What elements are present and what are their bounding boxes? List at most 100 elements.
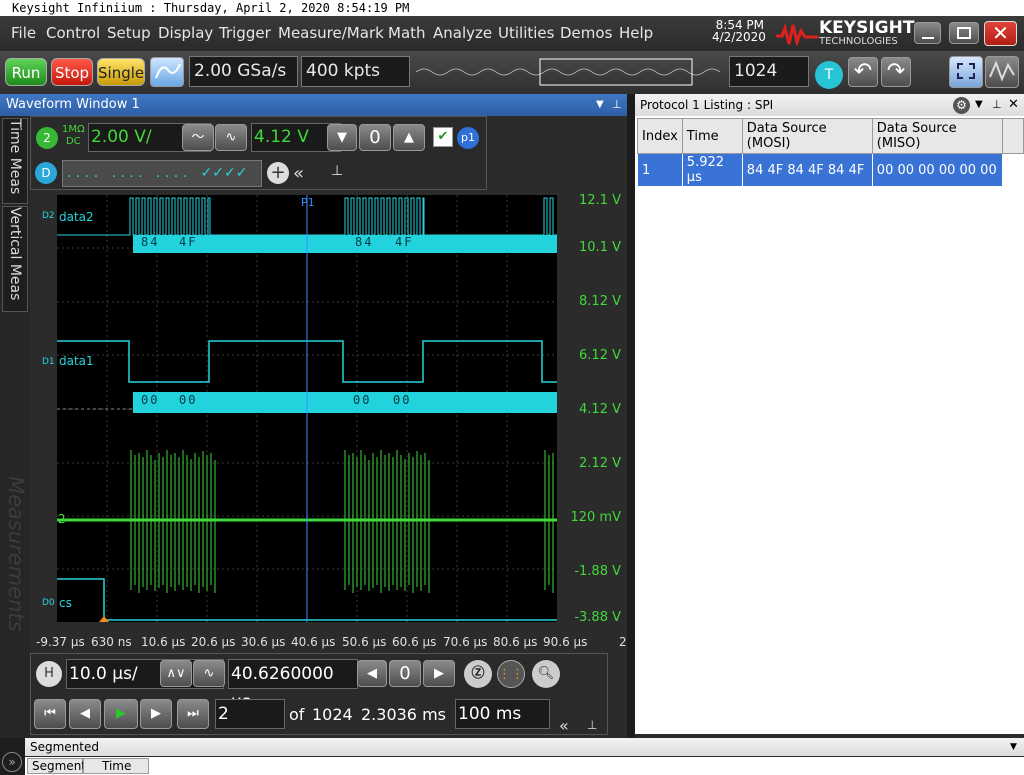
segment-count-field[interactable]: 1024 xyxy=(729,56,809,87)
menu-math[interactable]: Math xyxy=(388,24,426,42)
zoom-button[interactable]: Ⓩ xyxy=(464,660,492,688)
collapse-icon[interactable]: « xyxy=(559,716,569,735)
menu-setup[interactable]: Setup xyxy=(107,24,151,42)
pin-icon[interactable]: ⊥ xyxy=(331,163,343,179)
column-header[interactable]: Time xyxy=(681,118,743,154)
column-header[interactable]: Data Source (MOSI) xyxy=(741,118,873,154)
delay-button[interactable]: ⋮⋮ xyxy=(497,660,525,688)
pin-icon[interactable]: ⊥ xyxy=(612,94,622,116)
redo-button[interactable]: ↷ xyxy=(881,57,911,87)
chevron-down-icon[interactable]: ▼ xyxy=(1010,738,1017,756)
channel-coupling[interactable]: 1MΩ DC xyxy=(62,124,85,148)
menu-measure-mark[interactable]: Measure/Mark xyxy=(278,24,384,42)
collapse-icon[interactable]: « xyxy=(293,163,304,184)
time-coarse-button[interactable]: ∿ xyxy=(193,660,225,687)
data1-label[interactable]: data1 xyxy=(59,354,94,368)
close-icon[interactable]: ✕ xyxy=(1008,94,1019,116)
measurements-watermark: Measurements xyxy=(4,476,28,632)
menu-utilities[interactable]: Utilities xyxy=(498,24,554,42)
channel-enable-checkbox[interactable]: ✔ xyxy=(433,127,453,147)
close-button[interactable]: ✕ xyxy=(984,21,1017,46)
digital-badge[interactable]: D xyxy=(35,162,57,184)
time-position-field[interactable]: 40.6260000 µs xyxy=(228,659,358,712)
pin-icon[interactable]: ⊥ xyxy=(587,718,597,732)
segment-number-field[interactable]: 2 xyxy=(215,699,285,729)
trigger-badge[interactable]: T xyxy=(815,61,843,89)
window-dropdown-icon[interactable]: ▼ xyxy=(596,94,604,116)
memory-depth-field[interactable]: 400 kpts xyxy=(301,56,410,87)
menu-analyze[interactable]: Analyze xyxy=(433,24,492,42)
column-header-filler xyxy=(1001,118,1024,154)
horizontal-badge[interactable]: H xyxy=(36,661,62,687)
protocol-badge[interactable]: p1 xyxy=(457,127,479,149)
add-digital-button[interactable]: + xyxy=(267,162,289,184)
table-cell[interactable]: 5.922 µs xyxy=(681,153,743,187)
column-header[interactable]: Time xyxy=(83,758,149,774)
table-cell[interactable]: 1 xyxy=(637,153,683,187)
last-segment-button[interactable]: ⏭ xyxy=(177,699,209,729)
search-icon: 🔍︎ xyxy=(537,666,555,681)
offset-up-button[interactable]: ▲ xyxy=(393,124,425,151)
offset-down-button[interactable]: ▼ xyxy=(327,124,357,151)
waveform-overview[interactable] xyxy=(416,57,726,87)
position-left-button[interactable]: ◀ xyxy=(357,660,387,687)
offset-zero-button[interactable]: 0 xyxy=(359,124,391,151)
digital-channel-pattern[interactable]: . . . . . . . . . . . . ✓✓✓✓ xyxy=(62,160,262,187)
time-fine-button[interactable]: ∧∨ xyxy=(160,660,192,687)
restore-button[interactable] xyxy=(949,22,979,44)
run-button[interactable]: Run xyxy=(5,58,47,86)
menu-file[interactable]: File xyxy=(11,24,36,42)
position-zero-button[interactable]: 0 xyxy=(389,660,421,687)
chevron-down-icon[interactable]: ▼ xyxy=(975,94,983,116)
gear-icon[interactable]: ⚙ xyxy=(953,97,970,114)
of-label: of xyxy=(289,705,305,724)
tab-vertical-meas[interactable]: Vertical Meas xyxy=(2,206,28,312)
menu-help[interactable]: Help xyxy=(619,24,653,42)
draw-mode-button[interactable] xyxy=(985,56,1019,88)
next-segment-button[interactable]: ▶ xyxy=(140,699,172,729)
menu-control[interactable]: Control xyxy=(46,24,100,42)
protocol-listing-title: Protocol 1 Listing : SPI xyxy=(640,98,774,112)
table-row[interactable]: 1 5.922 µs 84 4F 84 4F 84 4F 00 00 00 00… xyxy=(637,153,1024,187)
data2-label[interactable]: data2 xyxy=(59,210,94,224)
cs-label[interactable]: cs xyxy=(59,596,72,610)
scale-fine-button[interactable]: ～ xyxy=(182,124,214,151)
sample-rate-field[interactable]: 2.00 GSa/s xyxy=(189,56,298,87)
menu-demos[interactable]: Demos xyxy=(560,24,612,42)
splitter[interactable] xyxy=(627,94,635,738)
menu-trigger[interactable]: Trigger xyxy=(219,24,271,42)
minimize-button[interactable] xyxy=(914,22,941,44)
x-tick: 70.6 µs xyxy=(443,635,488,649)
playback-rate-field[interactable]: 100 ms xyxy=(455,699,550,729)
previous-segment-button[interactable]: ◀ xyxy=(69,699,101,729)
scale-coarse-button[interactable]: ∿ xyxy=(215,124,247,151)
segmented-title: Segmented xyxy=(30,740,99,754)
x-tick: 90.6 µs xyxy=(543,635,588,649)
pin-icon[interactable]: ⊥ xyxy=(992,94,1002,116)
x-tick: 40.6 µs xyxy=(291,635,336,649)
waveform-window-header: Waveform Window 1 ▼ ⊥ xyxy=(0,94,627,116)
column-header[interactable]: Index xyxy=(637,118,683,154)
channel-2-badge[interactable]: 2 xyxy=(36,127,58,149)
waveform-grid[interactable]: P1 84 4F 84 4F 00 00 00 00 xyxy=(57,195,557,622)
table-cell[interactable]: 00 00 00 00 00 00 xyxy=(871,153,1003,187)
ch2-marker[interactable]: 2 xyxy=(58,512,66,526)
x-axis: -9.37 µs 630 ns 10.6 µs 20.6 µs 30.6 µs … xyxy=(0,635,627,651)
zoom-select-button[interactable] xyxy=(949,56,983,88)
autoscale-button[interactable] xyxy=(150,57,184,87)
table-cell[interactable]: 84 4F 84 4F 84 4F xyxy=(741,153,873,187)
single-button[interactable]: Single xyxy=(97,58,145,86)
column-header[interactable]: Segment xyxy=(27,758,86,774)
y-tick: 12.1 V xyxy=(579,193,621,208)
tab-time-meas[interactable]: Time Meas xyxy=(2,118,28,204)
column-header[interactable]: Data Source (MISO) xyxy=(871,118,1003,154)
undo-button[interactable]: ↶ xyxy=(848,57,878,87)
stop-button[interactable]: Stop xyxy=(51,58,93,86)
magnify-button[interactable]: 🔍︎ xyxy=(532,660,560,688)
expand-icon[interactable]: » xyxy=(2,752,22,772)
position-right-button[interactable]: ▶ xyxy=(423,660,455,687)
menu-display[interactable]: Display xyxy=(158,24,213,42)
play-segments-button[interactable]: ▶ xyxy=(104,699,138,729)
first-segment-button[interactable]: ⏮ xyxy=(34,699,66,729)
y-tick: 6.12 V xyxy=(579,348,621,363)
